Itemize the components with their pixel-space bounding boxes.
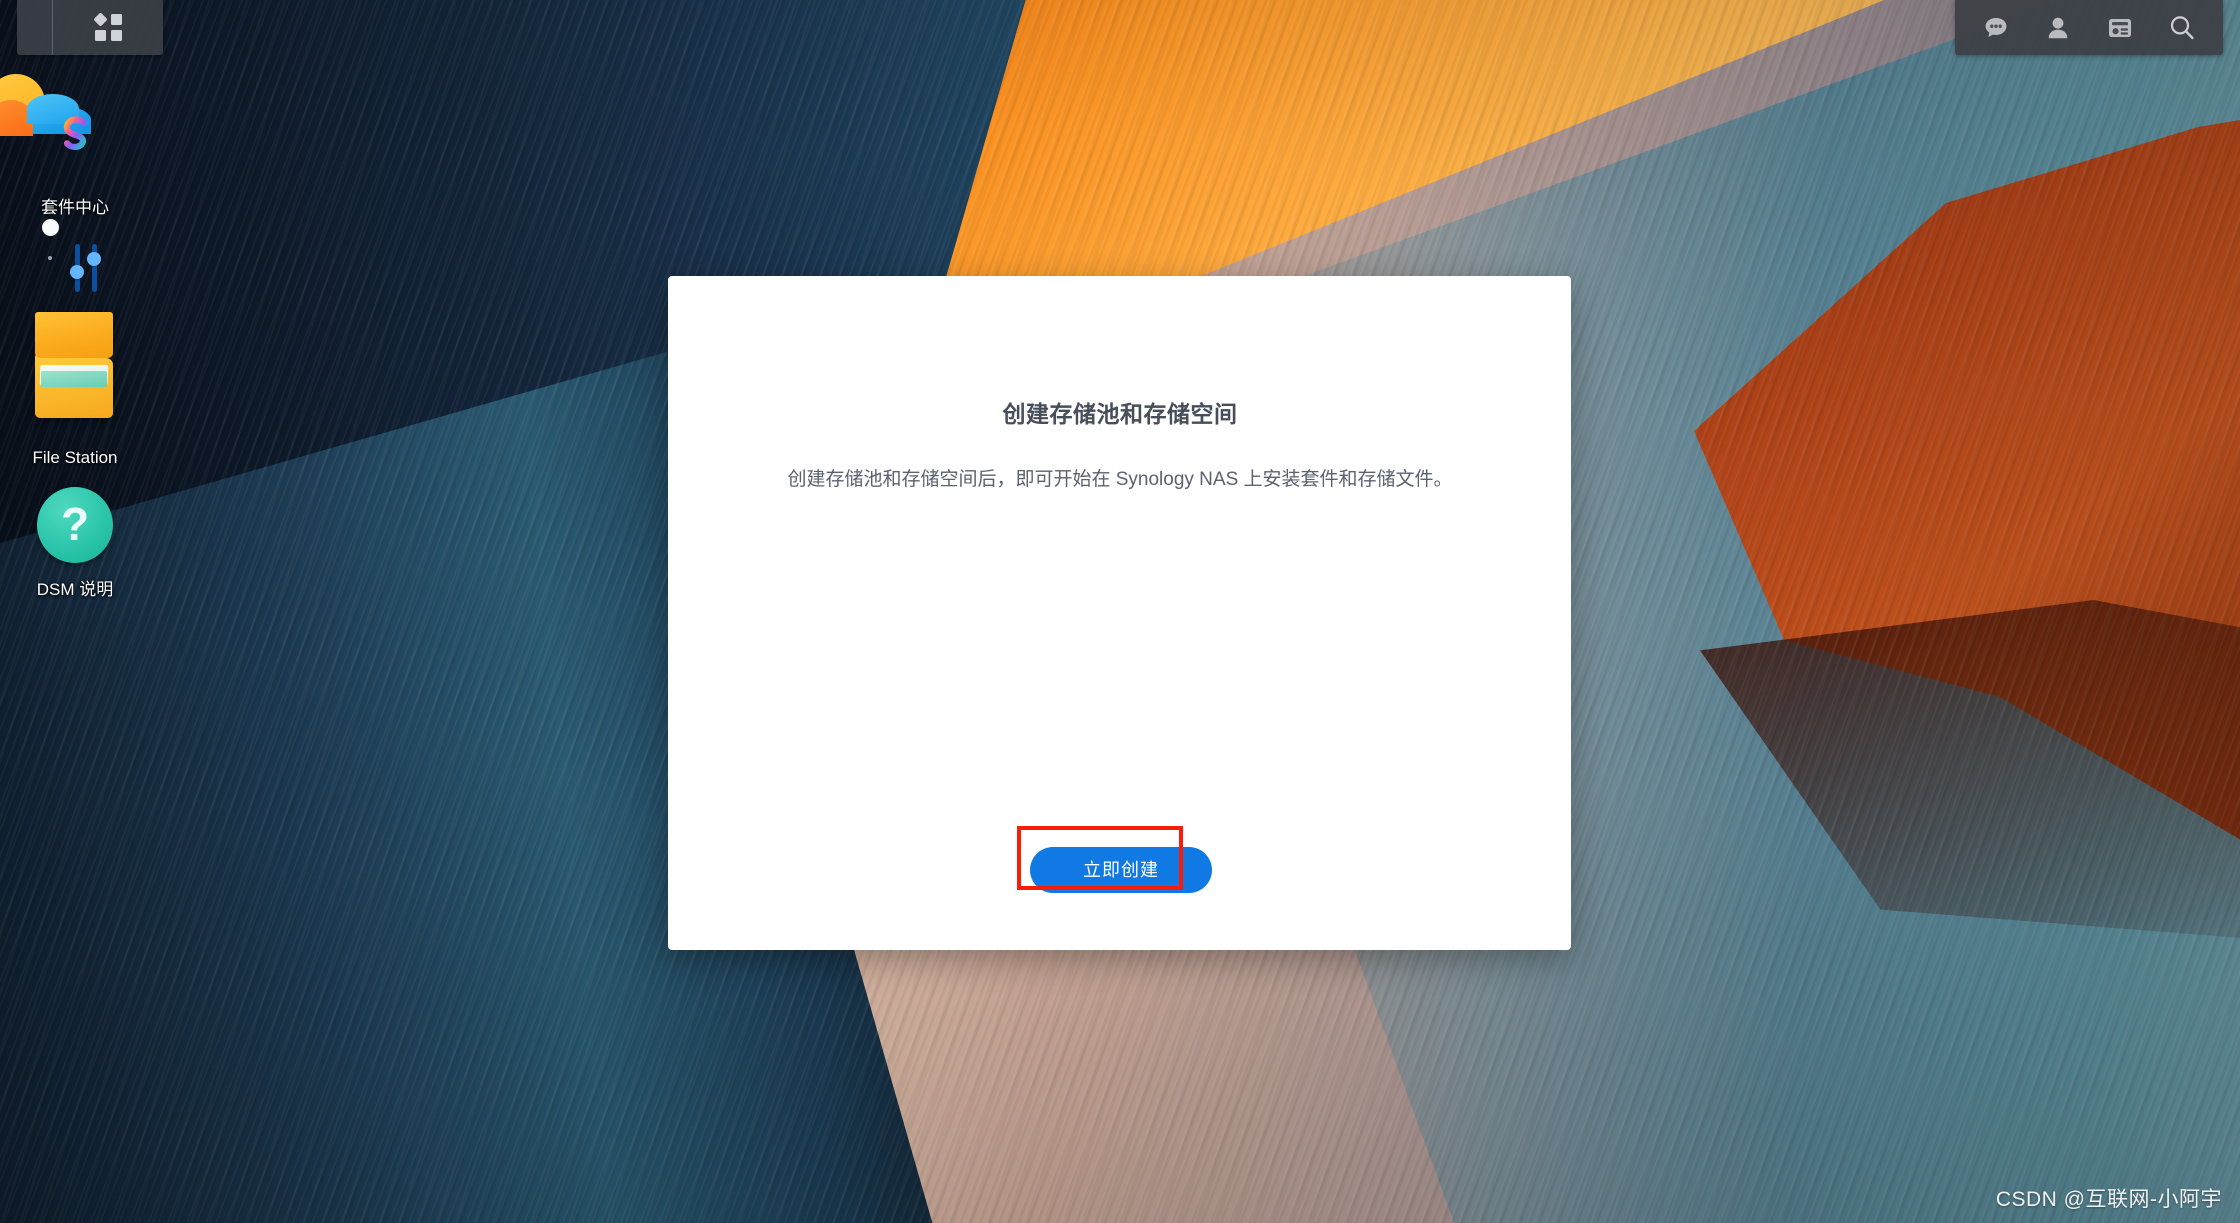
app-grid-icon [92,12,122,41]
desktop-icon-label: File Station [32,448,118,467]
search-icon [2167,13,2197,43]
notification-bubble-icon [1982,14,2010,42]
create-now-button[interactable]: 立即创建 [1030,847,1212,893]
control-panel-icon [35,219,115,310]
search-button[interactable] [2159,5,2205,51]
user-options-button[interactable] [2035,5,2081,51]
desktop-icon-label: DSM 说明 [36,580,114,599]
desktop-icon-label: 套件中心 [41,198,109,217]
dialog-description-wrap: 创建存储池和存储空间后，即可开始在 Synology NAS 上安装套件和存储文… [0,466,2240,495]
sidebar-item-dsm-help[interactable]: ? DSM 说明 [0,485,150,600]
taskbar-right-tray [1955,0,2223,55]
dialog-description: 创建存储池和存储空间后，即可开始在 Synology NAS 上安装套件和存储文… [787,469,1453,490]
notifications-button[interactable] [1973,5,2019,51]
dialog-title: 创建存储池和存储空间 [1002,401,1238,427]
widgets-button[interactable] [2097,5,2143,51]
package-center-icon [0,74,115,183]
taskbar-left [17,0,163,55]
desktop-screen: 套件中心 控制面板 Fil [0,0,2240,1223]
user-person-icon [2044,14,2072,42]
watermark-text: CSDN @互联网-小阿宇 [1995,1188,2222,1211]
sidebar-item-package-center[interactable]: 套件中心 [0,74,150,218]
help-question-icon: ? [35,485,115,565]
widget-panel-icon [2106,14,2134,42]
dsm-main-menu-button[interactable] [53,0,163,55]
